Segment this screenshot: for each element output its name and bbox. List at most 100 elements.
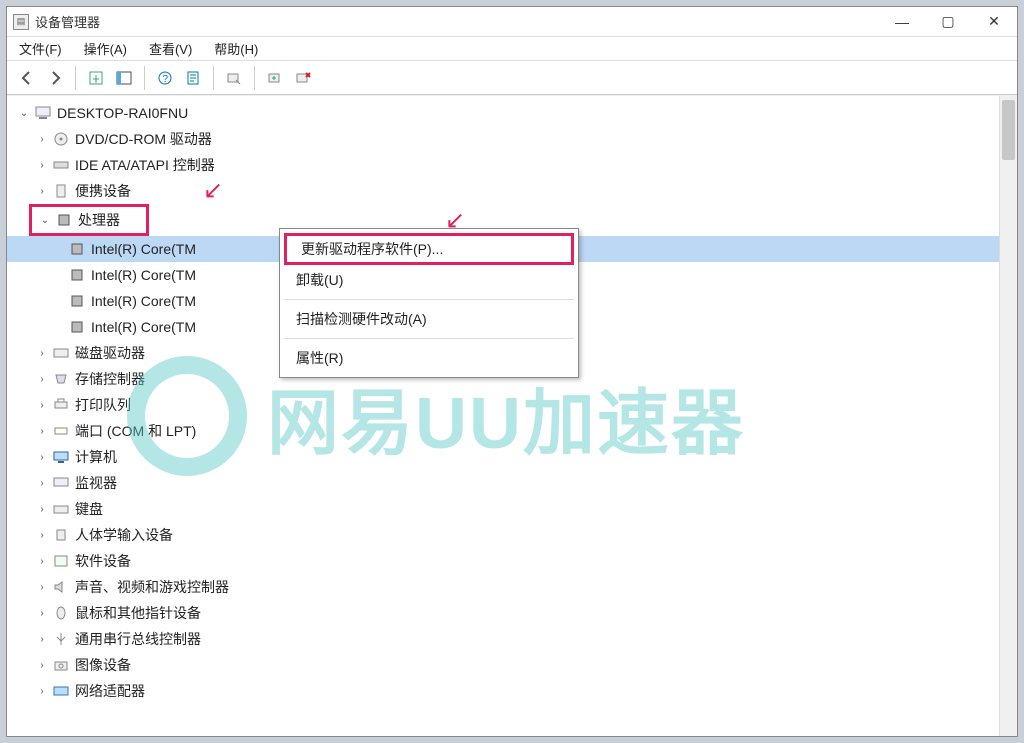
tree-node-software[interactable]: ›软件设备 <box>7 548 999 574</box>
computer-icon <box>33 104 53 122</box>
collapse-icon[interactable]: ⌄ <box>38 215 52 226</box>
back-button[interactable] <box>14 65 40 91</box>
tree-label: 端口 (COM 和 LPT) <box>75 421 196 441</box>
tree-label: 人体学输入设备 <box>75 525 173 545</box>
close-button[interactable]: ✕ <box>971 8 1017 36</box>
cpu-icon <box>67 240 87 258</box>
tree-label: 声音、视频和游戏控制器 <box>75 577 229 597</box>
toolbar: ? <box>7 61 1017 95</box>
vertical-scrollbar[interactable] <box>999 96 1017 736</box>
printer-icon <box>51 396 71 414</box>
cpu-icon <box>54 211 74 229</box>
expand-icon[interactable]: › <box>35 186 49 197</box>
tree-label: 便携设备 <box>75 181 131 201</box>
properties-button[interactable] <box>180 65 206 91</box>
tree-label: 网络适配器 <box>75 681 145 701</box>
show-pane-button[interactable] <box>111 65 137 91</box>
controller-icon <box>51 156 71 174</box>
tree-node-avgame[interactable]: ›声音、视频和游戏控制器 <box>7 574 999 600</box>
tree-node-monitor[interactable]: ›监视器 <box>7 470 999 496</box>
tree-node-dvd[interactable]: › DVD/CD-ROM 驱动器 <box>7 126 999 152</box>
expand-icon[interactable]: › <box>35 160 49 171</box>
tree-label: 键盘 <box>75 499 103 519</box>
tree-label: 打印队列 <box>75 395 131 415</box>
ctx-properties[interactable]: 属性(R) <box>282 343 576 373</box>
ctx-separator <box>284 299 574 300</box>
disk-icon <box>51 344 71 362</box>
up-tree-button[interactable] <box>83 65 109 91</box>
tree-label: DESKTOP-RAI0FNU <box>57 105 188 121</box>
cpu-icon <box>67 318 87 336</box>
ctx-scan-hardware[interactable]: 扫描检测硬件改动(A) <box>282 304 576 334</box>
tree-node-portable[interactable]: › 便携设备 <box>7 178 999 204</box>
network-icon <box>51 682 71 700</box>
tree-label: Intel(R) Core(TM <box>91 293 196 309</box>
portable-icon <box>51 182 71 200</box>
minimize-button[interactable]: — <box>879 8 925 36</box>
tree-label: 通用串行总线控制器 <box>75 629 201 649</box>
software-icon <box>51 552 71 570</box>
tree-root[interactable]: ⌄ DESKTOP-RAI0FNU <box>7 100 999 126</box>
tree-label: DVD/CD-ROM 驱动器 <box>75 129 212 149</box>
menu-view[interactable]: 查看(V) <box>145 37 196 60</box>
tree-node-mouse[interactable]: ›鼠标和其他指针设备 <box>7 600 999 626</box>
app-icon: ▤ <box>13 14 29 30</box>
device-tree[interactable]: 网易UU加速器 ↙ ↙ ⌄ DESKTOP-RAI0FNU › DVD/CD-R… <box>7 96 999 736</box>
update-driver-button[interactable] <box>262 65 288 91</box>
tree-node-printq[interactable]: ›打印队列 <box>7 392 999 418</box>
menu-action[interactable]: 操作(A) <box>80 37 131 60</box>
tree-node-computer[interactable]: ›计算机 <box>7 444 999 470</box>
disc-icon <box>51 130 71 148</box>
tree-node-keyboard[interactable]: ›键盘 <box>7 496 999 522</box>
collapse-icon[interactable]: ⌄ <box>17 108 31 119</box>
tree-label: 存储控制器 <box>75 369 145 389</box>
tree-label: 监视器 <box>75 473 117 493</box>
tree-node-imaging[interactable]: ›图像设备 <box>7 652 999 678</box>
menu-help[interactable]: 帮助(H) <box>210 37 262 60</box>
tree-node-usb[interactable]: ›通用串行总线控制器 <box>7 626 999 652</box>
tree-label: 计算机 <box>75 447 117 467</box>
ctx-update-driver[interactable]: 更新驱动程序软件(P)... <box>284 233 574 265</box>
tree-label: Intel(R) Core(TM <box>91 241 196 257</box>
window-title: 设备管理器 <box>35 12 100 31</box>
monitor-icon <box>51 474 71 492</box>
help-button[interactable]: ? <box>152 65 178 91</box>
tree-label: 处理器 <box>78 210 120 230</box>
storage-icon <box>51 370 71 388</box>
tree-node-network[interactable]: ›网络适配器 <box>7 678 999 704</box>
tree-label: IDE ATA/ATAPI 控制器 <box>75 155 215 175</box>
svg-text:?: ? <box>163 74 169 85</box>
camera-icon <box>51 656 71 674</box>
device-manager-window: ▤ 设备管理器 — ▢ ✕ 文件(F) 操作(A) 查看(V) 帮助(H) ? <box>6 6 1018 737</box>
client-area: 网易UU加速器 ↙ ↙ ⌄ DESKTOP-RAI0FNU › DVD/CD-R… <box>7 95 1017 736</box>
port-icon <box>51 422 71 440</box>
menubar: 文件(F) 操作(A) 查看(V) 帮助(H) <box>7 37 1017 61</box>
uninstall-button[interactable] <box>290 65 316 91</box>
tree-label: 鼠标和其他指针设备 <box>75 603 201 623</box>
titlebar: ▤ 设备管理器 — ▢ ✕ <box>7 7 1017 37</box>
cpu-icon <box>67 292 87 310</box>
usb-icon <box>51 630 71 648</box>
maximize-button[interactable]: ▢ <box>925 8 971 36</box>
menu-file[interactable]: 文件(F) <box>15 37 66 60</box>
tree-node-processors[interactable]: ⌄ 处理器 <box>32 207 146 233</box>
tree-label: Intel(R) Core(TM <box>91 267 196 283</box>
forward-button[interactable] <box>42 65 68 91</box>
tree-label: 图像设备 <box>75 655 131 675</box>
tree-label: 软件设备 <box>75 551 131 571</box>
sound-icon <box>51 578 71 596</box>
ctx-uninstall[interactable]: 卸载(U) <box>282 265 576 295</box>
mouse-icon <box>51 604 71 622</box>
tree-node-ide[interactable]: › IDE ATA/ATAPI 控制器 <box>7 152 999 178</box>
scroll-thumb[interactable] <box>1002 100 1015 160</box>
tree-node-hid[interactable]: ›人体学输入设备 <box>7 522 999 548</box>
tree-label: 磁盘驱动器 <box>75 343 145 363</box>
tree-label: Intel(R) Core(TM <box>91 319 196 335</box>
expand-icon[interactable]: › <box>35 134 49 145</box>
scan-button[interactable] <box>221 65 247 91</box>
ctx-separator <box>284 338 574 339</box>
computer-icon <box>51 448 71 466</box>
cpu-icon <box>67 266 87 284</box>
context-menu: 更新驱动程序软件(P)... 卸载(U) 扫描检测硬件改动(A) 属性(R) <box>279 228 579 378</box>
tree-node-ports[interactable]: ›端口 (COM 和 LPT) <box>7 418 999 444</box>
